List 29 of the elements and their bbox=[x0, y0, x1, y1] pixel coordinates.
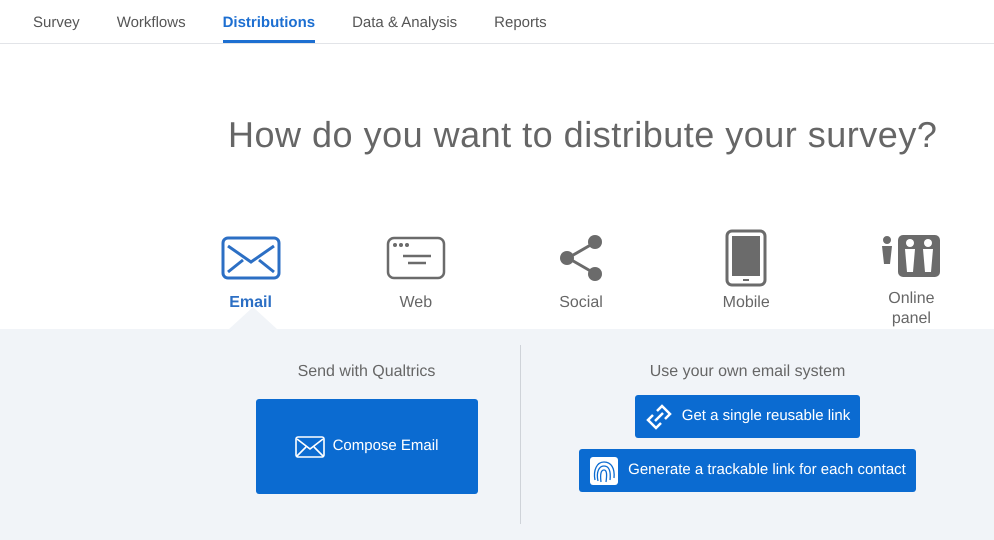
nav-tab[interactable]: Survey bbox=[33, 0, 80, 43]
nav-tab[interactable]: Data & Analysis bbox=[352, 0, 458, 43]
distribution-option[interactable]: Email bbox=[168, 219, 334, 329]
distribution-option[interactable]: Web bbox=[333, 219, 498, 329]
link-button[interactable]: Generate a trackable link for each contact bbox=[579, 449, 916, 492]
fingerprint-icon bbox=[589, 456, 620, 486]
people-icon bbox=[881, 234, 942, 278]
link-icon bbox=[644, 402, 673, 430]
envelope-icon bbox=[294, 436, 325, 458]
compose-email-button[interactable]: Compose Email bbox=[256, 399, 478, 494]
section-title: Use your own email system bbox=[650, 362, 846, 382]
page-heading: How do you want to distribute your survey? bbox=[228, 113, 938, 157]
option-label: Online panel bbox=[887, 289, 936, 329]
distribution-option[interactable]: Social bbox=[498, 219, 664, 329]
nav-tab[interactable]: Reports bbox=[494, 0, 547, 43]
link-button[interactable]: Get a single reusable link bbox=[634, 395, 860, 438]
distribution-option[interactable]: Online panel bbox=[828, 219, 994, 329]
nav-tab[interactable]: Workflows bbox=[116, 0, 186, 43]
tablet-icon bbox=[725, 229, 768, 287]
share-icon bbox=[558, 233, 604, 283]
option-label: Social bbox=[558, 293, 604, 313]
option-label: Mobile bbox=[722, 293, 771, 313]
distribution-option[interactable]: Mobile bbox=[664, 219, 829, 329]
option-label: Email bbox=[228, 293, 273, 313]
nav-tab[interactable]: Distributions bbox=[222, 0, 316, 43]
option-label: Web bbox=[398, 293, 434, 313]
browser-window-icon bbox=[386, 236, 446, 280]
section-title: Send with Qualtrics bbox=[298, 362, 436, 382]
envelope-icon bbox=[220, 236, 281, 280]
